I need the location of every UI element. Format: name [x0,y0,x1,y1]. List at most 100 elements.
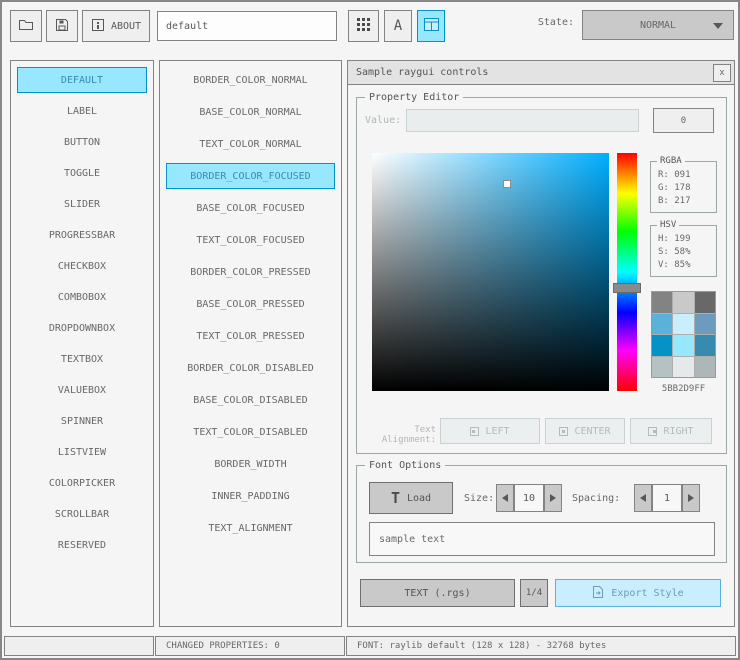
grid-view-button[interactable] [348,10,379,42]
palette-swatch[interactable] [652,356,673,377]
control-item-listview[interactable]: LISTVIEW [17,439,147,465]
palette-swatch[interactable] [694,313,715,334]
about-button[interactable]: ABOUT [82,10,150,42]
hsv-v-value: V: 85% [658,260,691,270]
save-style-button[interactable] [46,10,78,42]
style-name-input[interactable] [157,11,337,41]
control-item-dropdownbox[interactable]: DROPDOWNBOX [17,315,147,341]
rgba-title: RGBA [657,154,685,169]
export-style-button[interactable]: Export Style [555,579,721,607]
palette-swatch[interactable] [694,335,715,356]
style-color-palette [651,291,716,378]
control-item-colorpicker[interactable]: COLORPICKER [17,470,147,496]
export-format-button[interactable]: TEXT (.rgs) [360,579,515,607]
control-item-spinner[interactable]: SPINNER [17,408,147,434]
palette-swatch[interactable] [673,335,694,356]
property-item-text-color-disabled[interactable]: TEXT_COLOR_DISABLED [166,419,335,445]
controls-view-button[interactable] [417,10,445,42]
value-textbox[interactable] [406,109,639,132]
color-saturation-value-panel[interactable] [372,153,609,391]
align-left-icon [470,426,480,436]
sample-text-input[interactable] [369,522,715,556]
palette-swatch[interactable] [673,356,694,377]
control-item-label[interactable]: LABEL [17,98,147,124]
control-item-textbox[interactable]: TEXTBOX [17,346,147,372]
hue-slider-handle[interactable] [613,283,641,293]
control-item-slider[interactable]: SLIDER [17,191,147,217]
align-right-label: RIGHT [663,425,694,437]
spacing-decrease-button[interactable] [634,484,652,512]
property-item-border-color-pressed[interactable]: BORDER_COLOR_PRESSED [166,259,335,285]
palette-swatch[interactable] [652,313,673,334]
font-t-icon: T [390,489,400,507]
property-item-border-width[interactable]: BORDER_WIDTH [166,451,335,477]
export-style-label: Export Style [611,587,684,599]
arrow-left-icon [502,494,508,502]
property-item-border-color-normal[interactable]: BORDER_COLOR_NORMAL [166,67,335,93]
align-center-button[interactable]: CENTER [545,418,625,444]
property-item-text-alignment[interactable]: TEXT_ALIGNMENT [166,515,335,541]
spacing-increase-button[interactable] [682,484,700,512]
align-left-button[interactable]: LEFT [440,418,540,444]
page-toggle-button[interactable]: 1/4 [520,579,548,607]
arrow-left-icon [640,494,646,502]
control-item-checkbox[interactable]: CHECKBOX [17,253,147,279]
palette-swatch[interactable] [652,292,673,313]
state-label: State: [537,17,574,28]
control-item-default[interactable]: DEFAULT [17,67,147,93]
font-view-button[interactable]: A [384,10,412,42]
load-font-label: Load [406,492,432,504]
control-item-valuebox[interactable]: VALUEBOX [17,377,147,403]
letter-a-icon: A [393,18,403,34]
state-dropdown[interactable]: NORMAL [582,10,734,40]
font-options-title: Font Options [365,458,446,473]
property-item-base-color-focused[interactable]: BASE_COLOR_FOCUSED [166,195,335,221]
property-item-border-color-focused[interactable]: BORDER_COLOR_FOCUSED [166,163,335,189]
property-item-text-color-normal[interactable]: TEXT_COLOR_NORMAL [166,131,335,157]
property-item-base-color-pressed[interactable]: BASE_COLOR_PRESSED [166,291,335,317]
property-item-text-color-focused[interactable]: TEXT_COLOR_FOCUSED [166,227,335,253]
control-item-toggle[interactable]: TOGGLE [17,160,147,186]
property-item-base-color-normal[interactable]: BASE_COLOR_NORMAL [166,99,335,125]
rgba-b-value: B: 217 [658,196,691,206]
control-item-reserved[interactable]: RESERVED [17,532,147,558]
state-dropdown-value: NORMAL [639,19,677,31]
sample-window-titlebar[interactable]: Sample raygui controls [348,61,734,85]
controls-list: DEFAULT LABEL BUTTON TOGGLE SLIDER PROGR… [10,60,154,627]
export-format-label: TEXT (.rgs) [404,587,471,599]
load-font-button[interactable]: T Load [369,482,453,514]
align-left-label: LEFT [485,425,510,437]
property-item-border-color-disabled[interactable]: BORDER_COLOR_DISABLED [166,355,335,381]
open-style-button[interactable] [10,10,42,42]
close-button[interactable]: x [713,64,731,82]
text-alignment-label: Text Alignment: [381,425,436,445]
value-apply-button[interactable]: 0 [653,108,714,133]
palette-swatch[interactable] [673,292,694,313]
palette-swatch[interactable] [694,292,715,313]
control-item-progressbar[interactable]: PROGRESSBAR [17,222,147,248]
about-button-label: ABOUT [110,20,142,32]
control-item-button[interactable]: BUTTON [17,129,147,155]
property-item-inner-padding[interactable]: INNER_PADDING [166,483,335,509]
align-right-button[interactable]: RIGHT [630,418,712,444]
size-value[interactable]: 10 [514,484,544,512]
hsv-title: HSV [657,218,680,233]
control-item-combobox[interactable]: COMBOBOX [17,284,147,310]
property-item-base-color-disabled[interactable]: BASE_COLOR_DISABLED [166,387,335,413]
spacing-value[interactable]: 1 [652,484,682,512]
color-picker-cursor[interactable] [503,180,511,188]
size-decrease-button[interactable] [496,484,514,512]
palette-swatch[interactable] [673,313,694,334]
size-increase-button[interactable] [544,484,562,512]
control-item-scrollbar[interactable]: SCROLLBAR [17,501,147,527]
sample-controls-window: Sample raygui controls x Property Editor… [347,60,735,627]
property-item-text-color-pressed[interactable]: TEXT_COLOR_PRESSED [166,323,335,349]
hsv-h-value: H: 199 [658,234,691,244]
grid-icon [357,18,370,34]
properties-list: BORDER_COLOR_NORMAL BASE_COLOR_NORMAL TE… [159,60,342,627]
palette-swatch[interactable] [652,335,673,356]
palette-swatch[interactable] [694,356,715,377]
hue-bar[interactable] [617,153,637,391]
property-editor-group: Property Editor Value: 0 RGBA R: 091 G: … [356,90,727,454]
font-options-group: Font Options T Load Size: 10 Spacing: 1 [356,458,727,563]
